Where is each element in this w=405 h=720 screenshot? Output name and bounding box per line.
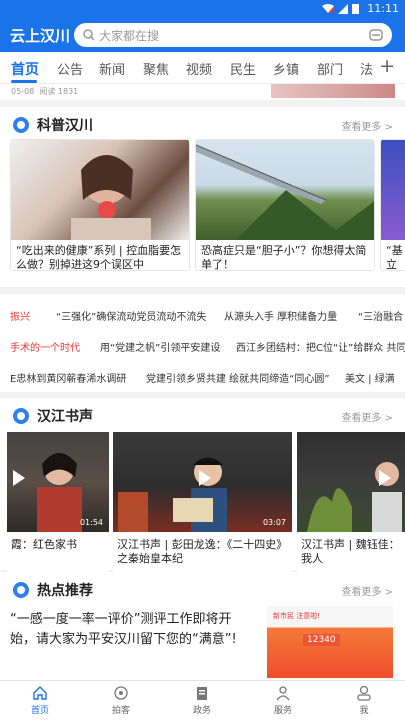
battery-icon <box>352 4 359 14</box>
ticker-item[interactable]: 西江乡团结村：把C位“让”给群众 共同 <box>236 339 405 354</box>
tab-departments[interactable]: 部门 <box>317 59 343 78</box>
see-more-link[interactable]: 查看更多 > <box>341 583 393 598</box>
card-image <box>11 140 189 240</box>
see-more-link[interactable]: 查看更多 > <box>341 409 393 424</box>
article-date: 05-08 <box>11 87 35 96</box>
section-title: 热点推荐 <box>37 583 93 599</box>
bottom-navigation: 首页 拍客 政务 服务 我 <box>0 680 405 720</box>
tab-news[interactable]: 新闻 <box>99 59 125 78</box>
video-card[interactable]: 汉江书声 | 魏钰佳：我人 <box>297 432 405 572</box>
video-caption: 汉江书声 | 彭田龙逸：《二十四史》之秦始皇本纪 <box>117 538 288 565</box>
camera-icon <box>114 686 128 700</box>
article-reads: 阅读 1831 <box>39 87 79 96</box>
clipboard-icon <box>197 687 207 700</box>
app-title: 云上汉川 <box>10 27 71 45</box>
nav-label: 政务 <box>192 706 211 716</box>
video-duration: 03:07 <box>262 518 286 527</box>
video-thumbnail: 01:54 <box>7 432 109 532</box>
ticker-item[interactable]: E忠林到黄冈蕲春浠水调研 <box>10 370 126 385</box>
nav-label: 我 <box>359 706 369 716</box>
headline-ticker: 振兴 “三强化”确保流动党员流动不流失 从源头入手 厚积储备力量 “三治融合 手… <box>0 294 405 392</box>
video-caption: 霞：红色家书 <box>11 538 77 551</box>
video-thumbnail: 03:07 <box>113 432 292 532</box>
nav-me[interactable]: 我 <box>334 685 394 716</box>
hot-article-thumbnail[interactable]: 新市民 注意啦! 12340 <box>267 606 393 678</box>
video-caption: 汉江书声 | 魏钰佳：我人 <box>301 538 400 565</box>
hot-article-title[interactable]: “一感一度一率一评价”测评工作即将开始，请大家为平安汉川留下您的“满意”! <box>10 610 250 650</box>
tab-towns[interactable]: 乡镇 <box>273 59 299 78</box>
section-icon <box>13 582 29 598</box>
profile-icon <box>357 685 371 701</box>
ticker-item[interactable]: 振兴 <box>10 308 30 323</box>
search-placeholder: 大家都在搜 <box>99 29 160 43</box>
tab-law[interactable]: 法 <box>360 59 373 78</box>
nav-government[interactable]: 政务 <box>172 685 232 716</box>
category-tabs: 首页 公告 新闻 聚焦 视频 民生 乡镇 部门 法 + <box>0 52 405 84</box>
ticker-item[interactable]: 从源头入手 厚积储备力量 <box>224 308 337 323</box>
ticker-item[interactable]: 美文 | 绿满 <box>345 370 395 385</box>
article-meta: 05-08 阅读 1831 <box>11 86 78 97</box>
section-icon <box>13 408 29 424</box>
home-icon <box>33 686 47 700</box>
status-bar: 11:11 <box>0 0 405 18</box>
section-header: 科普汉川 <box>13 115 93 135</box>
science-section: 科普汉川 查看更多 > “吃出来的健康”系列 | 控血脂要怎么做？别掉进这9个误… <box>0 107 405 287</box>
tab-home[interactable]: 首页 <box>11 59 39 79</box>
thumbnail-headline: 新市民 注意啦! <box>273 612 321 620</box>
woman-eating-image <box>71 155 151 240</box>
glass-bridge-image <box>196 144 374 240</box>
science-card[interactable]: “吃出来的健康”系列 | 控血脂要怎么做？别掉进这9个误区中 <box>10 139 190 271</box>
video-thumbnail <box>297 432 405 532</box>
search-bar[interactable]: 大家都在搜 <box>74 23 392 47</box>
section-header: 热点推荐 <box>13 580 93 600</box>
nav-label: 首页 <box>30 706 49 716</box>
ticker-item[interactable]: “三治融合 <box>358 308 403 323</box>
status-time: 11:11 <box>367 2 399 15</box>
card-image <box>381 140 405 240</box>
nav-paike[interactable]: 拍客 <box>91 685 151 716</box>
tab-focus[interactable]: 聚焦 <box>143 59 169 78</box>
article-thumbnail <box>271 84 395 98</box>
video-card[interactable]: 01:54 霞：红色家书 <box>7 432 109 572</box>
active-tab-indicator <box>11 80 37 83</box>
play-icon[interactable] <box>379 470 391 486</box>
previous-article-strip[interactable]: 05-08 阅读 1831 <box>0 84 405 100</box>
video-card[interactable]: 03:07 汉江书声 | 彭田龙逸：《二十四史》之秦始皇本纪 <box>113 432 292 572</box>
add-tab-icon[interactable]: + <box>379 55 395 77</box>
section-title: 汉江书声 <box>37 409 93 425</box>
science-card[interactable]: 恐高症只是“胆子小”？你想得太简单了！ <box>195 139 375 271</box>
tab-announcement[interactable]: 公告 <box>57 59 83 78</box>
app-bar: 云上汉川 大家都在搜 <box>0 18 405 52</box>
user-service-icon <box>276 686 290 701</box>
play-icon[interactable] <box>13 470 25 486</box>
tab-video[interactable]: 视频 <box>186 59 212 78</box>
nav-label: 拍客 <box>111 706 130 716</box>
nav-label: 服务 <box>273 706 292 716</box>
thumbnail-hotline: 12340 <box>303 634 340 646</box>
ticker-item[interactable]: “三强化”确保流动党员流动不流失 <box>56 308 206 323</box>
nav-service[interactable]: 服务 <box>253 685 313 716</box>
see-more-link[interactable]: 查看更多 > <box>341 118 393 133</box>
scan-icon[interactable] <box>369 29 383 41</box>
card-caption: “吃出来的健康”系列 | 控血脂要怎么做？别掉进这9个误区中 <box>16 244 182 271</box>
hot-section: 热点推荐 查看更多 > “一感一度一率一评价”测评工作即将开始，请大家为平安汉川… <box>0 572 405 680</box>
card-caption: “基立首飞 <box>386 244 403 271</box>
wifi-icon <box>322 3 334 13</box>
ticker-item[interactable]: 党建引领乡贤共建 绘就共同缔造“同心圆” <box>146 370 330 385</box>
section-header: 汉江书声 <box>13 406 93 426</box>
search-icon <box>83 29 95 41</box>
card-image <box>196 140 374 240</box>
card-caption: 恐高症只是“胆子小”？你想得太简单了！ <box>201 244 367 271</box>
nav-home[interactable]: 首页 <box>10 685 70 716</box>
video-duration: 01:54 <box>79 518 103 527</box>
ticker-item[interactable]: 手术的一个时代 <box>10 339 80 354</box>
status-icons <box>322 3 359 14</box>
signal-icon <box>338 3 348 14</box>
ticker-item[interactable]: 用“党建之帆”引领平安建设 <box>100 339 220 354</box>
section-icon <box>13 117 29 133</box>
play-icon[interactable] <box>199 470 211 486</box>
science-card[interactable]: “基立首飞 <box>380 139 405 271</box>
section-title: 科普汉川 <box>37 118 93 134</box>
tab-livelihood[interactable]: 民生 <box>230 59 256 78</box>
